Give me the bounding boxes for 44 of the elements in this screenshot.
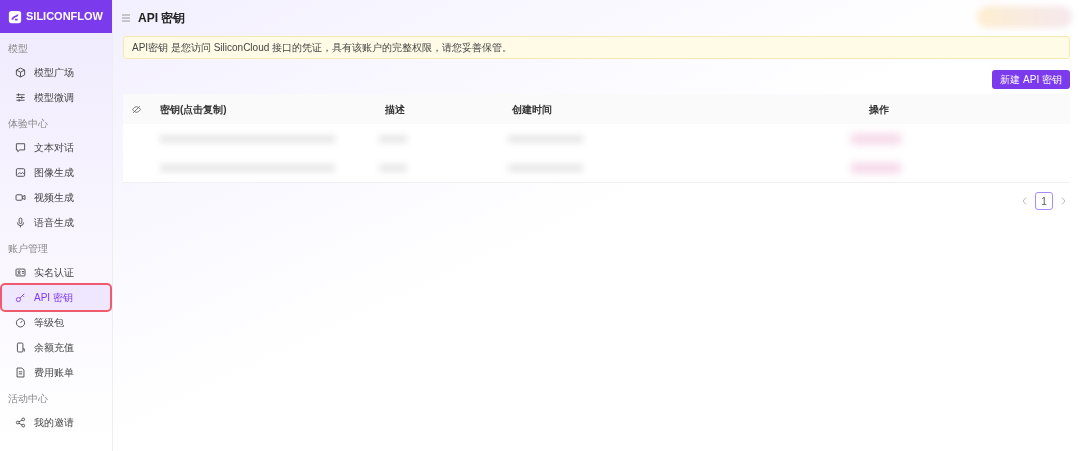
sidebar-item[interactable]: 模型微调 — [2, 85, 110, 110]
share-icon — [15, 417, 26, 428]
column-header: 创建时间 — [512, 102, 553, 117]
chevron-right-icon[interactable] — [1061, 197, 1066, 205]
logo-icon — [8, 9, 22, 24]
sidebar-item[interactable]: 等级包 — [2, 310, 110, 335]
section-title: 模型 — [7, 42, 29, 56]
cube-icon — [15, 67, 26, 78]
section-title: 活动中心 — [7, 392, 49, 406]
sliders-icon — [15, 92, 26, 103]
section-title: 账户管理 — [7, 242, 49, 256]
column-header: 密钥(点击复制) — [160, 102, 228, 117]
menu-icon[interactable] — [122, 14, 130, 22]
sidebar-item[interactable]: 实名认证 — [2, 260, 110, 285]
id-card-icon — [15, 267, 26, 278]
column-header: 描述 — [385, 102, 406, 117]
sidebar-item[interactable]: 语音生成 — [2, 210, 110, 235]
page-title: API 密钥 — [138, 10, 186, 27]
new-key-button[interactable]: 新建 API 密钥 — [992, 70, 1070, 89]
redacted-actions — [851, 133, 901, 144]
phone-icon — [15, 342, 26, 353]
notice-banner: API密钥 是您访问 SiliconCloud 接口的凭证，具有该账户的完整权限，请您妥善保管。 — [123, 36, 1070, 59]
gauge-icon — [15, 317, 26, 328]
chat-icon — [15, 142, 26, 153]
bill-icon — [15, 367, 26, 378]
microphone-icon — [15, 217, 26, 228]
sidebar-item[interactable]: API 密钥 — [2, 285, 110, 310]
sidebar-item[interactable]: 文本对话 — [2, 135, 110, 160]
eye-off-icon[interactable] — [132, 104, 141, 114]
redacted-actions — [851, 162, 901, 173]
column-header: 操作 — [869, 102, 889, 117]
sidebar-item[interactable]: 模型广场 — [2, 60, 110, 85]
video-camera-icon — [15, 192, 26, 203]
sidebar-item[interactable]: 图像生成 — [2, 160, 110, 185]
section-title: 体验中心 — [7, 117, 49, 131]
key-icon — [15, 292, 26, 303]
brand-name: SILICONFLOW — [26, 9, 103, 25]
chevron-left-icon[interactable] — [1022, 197, 1027, 205]
page-button[interactable]: 1 — [1035, 192, 1053, 210]
sidebar-item[interactable]: 余额充值 — [2, 335, 110, 360]
image-icon — [15, 167, 26, 178]
sidebar-item[interactable]: 费用账单 — [2, 360, 110, 385]
sidebar-item[interactable]: 视频生成 — [2, 185, 110, 210]
sidebar-item[interactable]: 我的邀请 — [2, 410, 110, 435]
